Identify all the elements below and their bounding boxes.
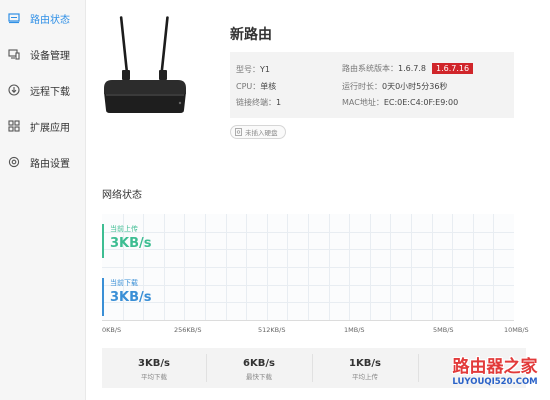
x-tick-label: 512KB/S — [258, 326, 286, 334]
cpu-value: 单核 — [260, 82, 277, 91]
router-status-icon — [8, 13, 20, 24]
mac-row: MAC地址：EC:0E:C4:0F:E9:00 — [342, 97, 458, 108]
sidebar-item-label: 扩展应用 — [30, 122, 70, 134]
x-tick-label: 10MB/S — [504, 326, 529, 334]
sidebar: 路由状态 设备管理 远程下载 扩展应用 路由设置 — [0, 0, 86, 400]
download-icon — [8, 84, 20, 96]
sidebar-item-router-status[interactable]: 路由状态 — [0, 8, 85, 28]
stat-divider — [418, 354, 419, 382]
upload-label: 当前上传 — [110, 225, 138, 233]
download-value: 3KB/s — [110, 290, 152, 305]
sidebar-item-remote-download[interactable]: 远程下载 — [0, 80, 85, 100]
sidebar-item-label: 远程下载 — [30, 86, 70, 98]
site-watermark: 路由器之家 LUYOUQI520.COM — [440, 352, 550, 396]
stat-max-download: 6KB/s 最快下载 — [207, 348, 311, 388]
stat-avg-upload: 1KB/s 平均上传 — [313, 348, 417, 388]
clients-value: 1 — [276, 98, 282, 107]
chart-grid — [102, 214, 514, 320]
router-admin-app: 路由状态 设备管理 远程下载 扩展应用 路由设置 新路由 型号：Y1 CPU：单… — [0, 0, 550, 400]
uptime-row: 运行时长：0天0小时5分36秒 — [342, 81, 447, 92]
network-status-title: 网络状态 — [102, 190, 142, 201]
firmware-row: 路由系统版本：1.6.7.8 1.6.7.16 — [342, 63, 474, 74]
watermark-text: 路由器之家 — [452, 357, 538, 377]
stat-label: 最快下载 — [246, 373, 272, 381]
model-value: Y1 — [260, 65, 270, 74]
download-label: 当前下载 — [110, 279, 138, 287]
device-icon — [8, 49, 20, 60]
stat-value: 1KB/s — [349, 358, 381, 369]
sidebar-item-extensions[interactable]: 扩展应用 — [0, 116, 85, 136]
x-tick-label: 0KB/S — [102, 326, 122, 334]
mac-label: MAC地址： — [342, 98, 384, 107]
mac-value: EC:0E:C4:0F:E9:00 — [383, 98, 459, 107]
sidebar-item-device-management[interactable]: 设备管理 — [0, 44, 85, 64]
disk-status-tag: 未插入硬盘 — [230, 125, 286, 139]
x-tick-label: 256KB/S — [174, 326, 202, 334]
clients-label: 链接终端： — [236, 98, 276, 107]
cpu-label: CPU： — [236, 82, 261, 91]
stat-label: 平均上传 — [352, 373, 378, 381]
upload-value: 3KB/s — [110, 236, 152, 251]
stat-avg-download: 3KB/s 平均下载 — [102, 348, 206, 388]
sidebar-item-label: 路由状态 — [30, 14, 70, 26]
x-tick-label: 5MB/S — [433, 326, 454, 334]
watermark-url: LUYOUQI520.COM — [452, 377, 538, 387]
clients-row: 链接终端：1 — [236, 97, 281, 108]
download-metric: 当前下载 3KB/s — [102, 278, 152, 316]
router-image — [104, 16, 186, 113]
x-tick-label: 1MB/S — [344, 326, 365, 334]
sidebar-item-label: 路由设置 — [30, 158, 70, 170]
disk-icon — [235, 128, 242, 136]
stat-value: 3KB/s — [138, 358, 170, 369]
upload-metric: 当前上传 3KB/s — [102, 224, 152, 258]
model-label: 型号： — [236, 65, 260, 74]
gear-icon — [8, 156, 20, 168]
firmware-value: 1.6.7.8 — [398, 64, 426, 73]
sidebar-item-label: 设备管理 — [30, 50, 70, 62]
apps-grid-icon — [8, 120, 20, 132]
network-chart: 当前上传 3KB/s 当前下载 3KB/s — [102, 214, 514, 321]
cpu-row: CPU：单核 — [236, 81, 276, 92]
stat-value: 6KB/s — [243, 358, 275, 369]
firmware-label: 路由系统版本： — [342, 64, 398, 73]
main-panel: 新路由 型号：Y1 CPU：单核 链接终端：1 路由系统版本：1.6.7.8 1.… — [86, 0, 550, 400]
firmware-update-badge[interactable]: 1.6.7.16 — [432, 63, 474, 74]
model-row: 型号：Y1 — [236, 64, 270, 75]
router-name: 新路由 — [230, 27, 272, 43]
sidebar-item-router-settings[interactable]: 路由设置 — [0, 152, 85, 172]
uptime-value: 0天0小时5分36秒 — [382, 82, 448, 91]
stat-label: 平均下载 — [141, 373, 167, 381]
router-info-panel: 型号：Y1 CPU：单核 链接终端：1 路由系统版本：1.6.7.8 1.6.7.… — [230, 52, 514, 118]
uptime-label: 运行时长： — [342, 82, 382, 91]
disk-status-label: 未插入硬盘 — [245, 129, 278, 137]
